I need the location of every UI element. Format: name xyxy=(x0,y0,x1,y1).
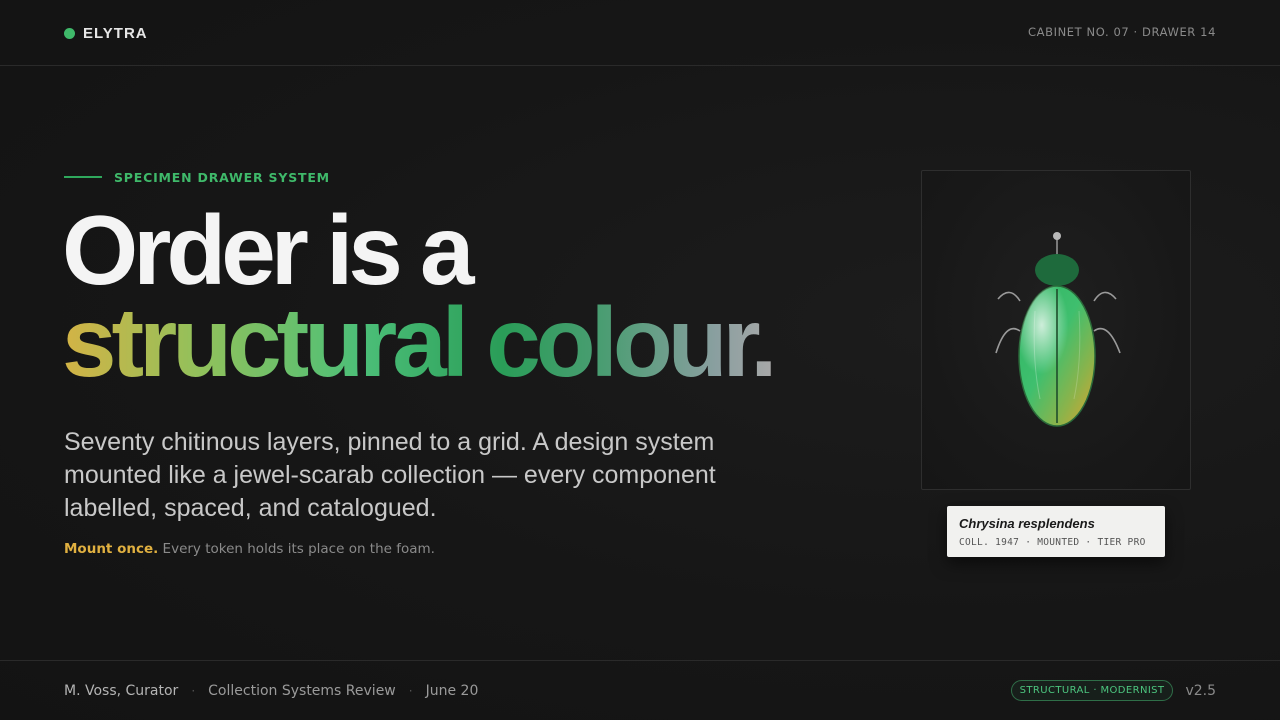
cabinet-label: CABINET NO. 07 · DRAWER 14 xyxy=(1028,25,1216,39)
eyebrow-text: SPECIMEN DRAWER SYSTEM xyxy=(114,169,330,185)
brand-dot-icon xyxy=(64,27,75,39)
specimen-frame xyxy=(921,170,1191,490)
footer-separator: · xyxy=(191,684,196,698)
note: Mount once. Every token holds its place … xyxy=(64,541,435,557)
eyebrow: SPECIMEN DRAWER SYSTEM xyxy=(64,168,330,186)
headline: Order is a structural colour. xyxy=(62,195,778,397)
beetle-icon xyxy=(995,232,1121,427)
footer: M. Voss, Curator · Collection Systems Re… xyxy=(0,660,1280,720)
specimen-label-card: Chrysina resplendens COLL. 1947 · MOUNTE… xyxy=(947,506,1165,557)
brand-name: ELYTRA xyxy=(83,24,148,42)
footer-separator: · xyxy=(408,684,413,698)
footer-meta: STRUCTURAL · MODERNIST v2.5 xyxy=(1010,680,1216,701)
style-badge: STRUCTURAL · MODERNIST xyxy=(1010,680,1174,701)
top-bar: ELYTRA CABINET NO. 07 · DRAWER 14 xyxy=(0,0,1280,66)
eyebrow-rule xyxy=(64,176,102,178)
review-date: June 20 xyxy=(425,683,479,699)
curator-name: M. Voss, Curator xyxy=(64,683,179,699)
note-emphasis: Mount once. xyxy=(64,541,159,557)
specimen-meta: COLL. 1947 · MOUNTED · TIER PRO xyxy=(959,537,1146,548)
brand[interactable]: ELYTRA xyxy=(64,24,148,42)
note-text: Every token holds its place on the foam. xyxy=(158,541,435,557)
specimen-name: Chrysina resplendens xyxy=(959,516,1095,531)
headline-line-2: structural colour. xyxy=(62,287,778,397)
review-title: Collection Systems Review xyxy=(208,683,396,699)
lede-paragraph: Seventy chitinous layers, pinned to a gr… xyxy=(64,428,716,522)
footer-credits: M. Voss, Curator · Collection Systems Re… xyxy=(64,683,478,699)
headline-line-1: Order is a xyxy=(62,195,475,305)
version-label: v2.5 xyxy=(1185,682,1216,699)
